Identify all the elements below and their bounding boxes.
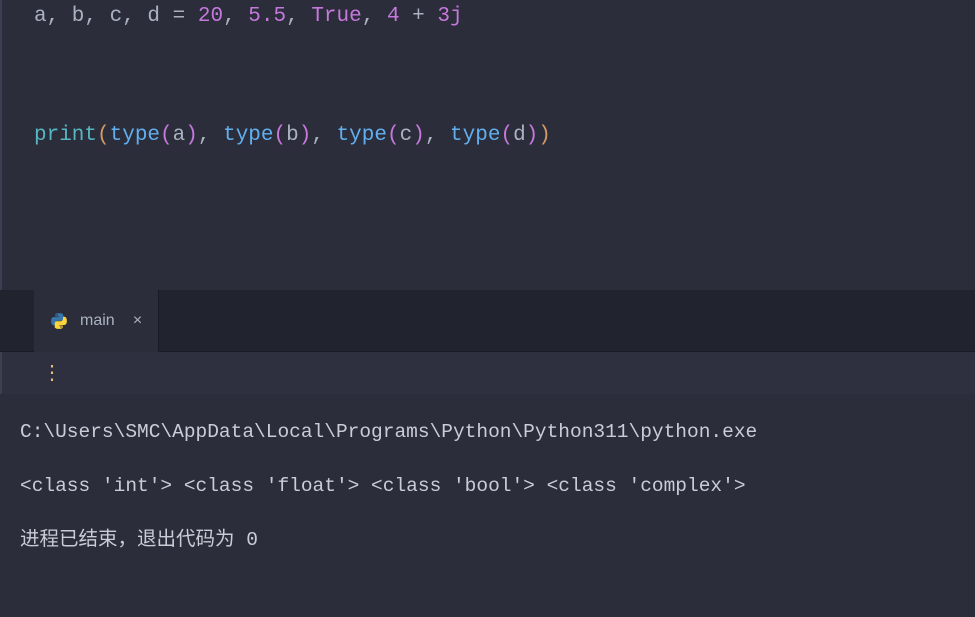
console-line-output: <class 'int'> <class 'float'> <class 'bo… (20, 470, 955, 502)
console-line-exit: 进程已结束，退出代码为 0 (20, 524, 955, 556)
python-icon (50, 312, 68, 330)
code-token: ) (299, 124, 312, 147)
code-token: ) (526, 124, 539, 147)
code-token: b (286, 124, 299, 147)
close-icon[interactable]: × (133, 312, 143, 330)
code-line-1[interactable]: a, b, c, d = 20, 5.5, True, 4 + 3j (34, 0, 551, 34)
code-token: a, b, c, d (34, 5, 160, 28)
code-token: type (337, 124, 387, 147)
run-console[interactable]: C:\Users\SMC\AppData\Local\Programs\Pyth… (0, 394, 975, 617)
code-token: ) (185, 124, 198, 147)
code-token: , (286, 5, 311, 28)
code-token: ( (97, 124, 110, 147)
code-token: + (400, 5, 438, 28)
code-token: type (450, 124, 500, 147)
code-token: ( (387, 124, 400, 147)
code-token: ( (500, 124, 513, 147)
code-token: ) (412, 124, 425, 147)
code-token: , (425, 124, 450, 147)
code-blank-line[interactable] (34, 40, 551, 74)
code-token: , (223, 5, 248, 28)
code-token: 3j (437, 5, 462, 28)
code-line-2[interactable]: print(type(a), type(b), type(c), type(d)… (34, 119, 551, 153)
code-token: , (198, 124, 223, 147)
code-blank-line[interactable] (34, 79, 551, 113)
console-toolbar: ⋮ (0, 352, 975, 394)
code-token: , (311, 124, 336, 147)
console-line-path: C:\Users\SMC\AppData\Local\Programs\Pyth… (20, 416, 955, 448)
tab-label: main (80, 312, 115, 330)
more-vertical-icon[interactable]: ⋮ (42, 360, 61, 386)
code-token: a (173, 124, 186, 147)
editor-gutter (2, 0, 22, 290)
code-token: type (110, 124, 160, 147)
code-token: , (362, 5, 387, 28)
code-token: 5.5 (248, 5, 286, 28)
run-tab-main[interactable]: main × (34, 290, 159, 352)
code-token: ( (160, 124, 173, 147)
code-area[interactable]: a, b, c, d = 20, 5.5, True, 4 + 3j print… (22, 0, 563, 290)
code-token: print (34, 124, 97, 147)
code-token: d (513, 124, 526, 147)
code-token: type (223, 124, 273, 147)
code-token: ) (538, 124, 551, 147)
run-tab-bar: main × (0, 290, 975, 352)
code-token: c (400, 124, 413, 147)
code-token: = (160, 5, 198, 28)
code-token: True (311, 5, 361, 28)
code-token: ( (274, 124, 287, 147)
code-token: 4 (387, 5, 400, 28)
code-editor-pane[interactable]: a, b, c, d = 20, 5.5, True, 4 + 3j print… (0, 0, 975, 290)
code-token: 20 (198, 5, 223, 28)
